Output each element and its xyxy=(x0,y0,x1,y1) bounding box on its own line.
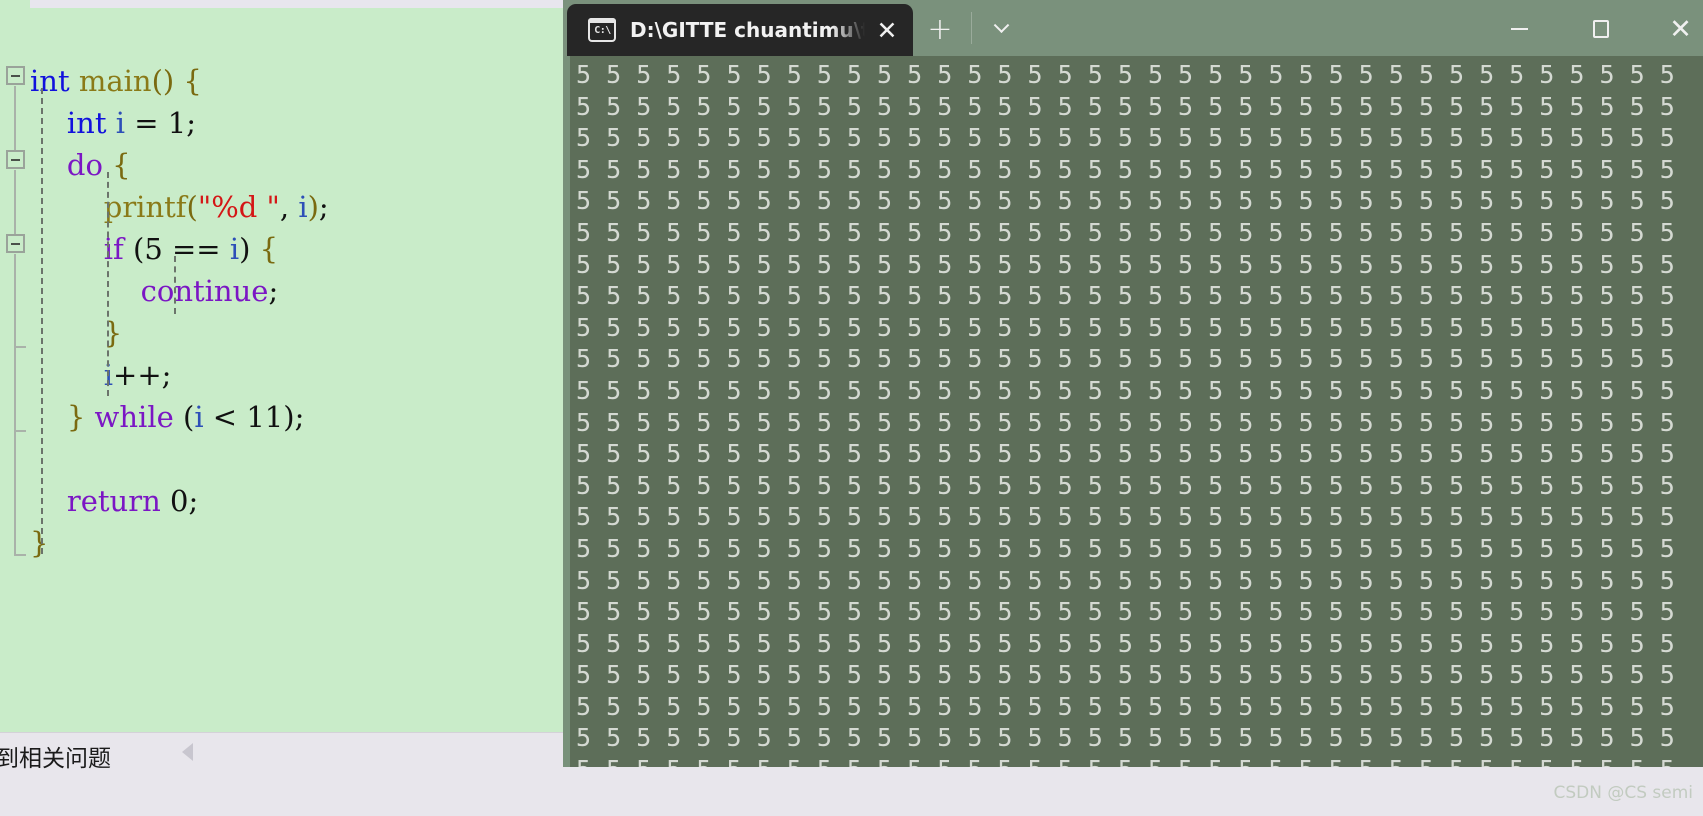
code-token: return xyxy=(66,484,161,518)
code-token: ( xyxy=(186,190,198,224)
code-token: ) xyxy=(307,190,319,224)
cmd-prompt-icon: C:\ xyxy=(588,18,616,42)
code-token: } xyxy=(66,400,86,434)
minimize-button[interactable] xyxy=(1494,4,1544,54)
code-token: ) xyxy=(239,232,260,266)
ide-toolbar-strip xyxy=(30,0,570,8)
code-line: do { xyxy=(30,144,590,186)
new-tab-button[interactable]: + xyxy=(915,4,965,54)
maximize-button[interactable] xyxy=(1576,4,1626,54)
indent-guide xyxy=(174,256,176,314)
code-token: 11 xyxy=(246,400,284,434)
code-line: if (5 == i) { xyxy=(30,228,590,270)
terminal-tab[interactable]: C:\ D:\GITTE chuantimu\test_12_2 ✕ xyxy=(567,4,913,56)
code-token: ; xyxy=(188,484,199,518)
minimize-icon xyxy=(1510,28,1528,30)
code-token: i xyxy=(194,400,204,434)
code-token: i xyxy=(229,232,240,266)
code-token: do xyxy=(66,148,103,182)
code-token: while xyxy=(94,400,174,434)
code-token: printf xyxy=(103,190,187,224)
code-token: ( xyxy=(173,400,195,434)
terminal-tab-title: D:\GITTE chuantimu\test_12_2 xyxy=(630,18,865,42)
chevron-down-icon[interactable] xyxy=(976,4,1026,54)
code-token: == xyxy=(162,232,230,266)
code-token: ++; xyxy=(113,358,172,392)
code-token: ; xyxy=(268,274,279,308)
code-token: 5 xyxy=(144,232,163,266)
terminal-output-area[interactable]: 5 5 5 5 5 5 5 5 5 5 5 5 5 5 5 5 5 5 5 5 … xyxy=(570,56,1703,767)
code-token: () { xyxy=(151,64,202,98)
code-token: } xyxy=(30,526,49,560)
code-line: } xyxy=(30,522,590,564)
code-line: i++; xyxy=(30,354,590,396)
terminal-window[interactable]: C:\ D:\GITTE chuantimu\test_12_2 ✕ + ✕ 5… xyxy=(563,0,1703,767)
scroll-left-arrow-icon[interactable] xyxy=(182,743,193,761)
code-line: int i = 1; xyxy=(30,102,590,144)
code-token: continue xyxy=(140,274,269,308)
csdn-watermark: CSDN @CS semi xyxy=(1553,783,1693,803)
terminal-title-bar[interactable]: C:\ D:\GITTE chuantimu\test_12_2 ✕ + ✕ xyxy=(563,0,1703,56)
code-token: = xyxy=(124,106,168,140)
maximize-icon xyxy=(1593,20,1609,38)
code-token: , xyxy=(279,190,299,224)
code-token: { xyxy=(259,232,279,266)
code-line: printf("%d ", i); xyxy=(30,186,590,228)
code-token: ( xyxy=(123,232,145,266)
chevron-down-glyph xyxy=(993,16,1009,33)
code-token: < xyxy=(203,400,247,434)
close-tab-icon[interactable]: ✕ xyxy=(865,8,909,52)
code-line: return 0; xyxy=(30,480,590,522)
code-token: 0 xyxy=(170,484,189,518)
code-line: } xyxy=(30,312,590,354)
cmd-prompt-icon-text: C:\ xyxy=(594,25,611,36)
close-window-button[interactable]: ✕ xyxy=(1658,4,1703,54)
code-line: continue; xyxy=(30,270,590,312)
code-line: } while (i < 11); xyxy=(30,396,590,438)
code-token: int xyxy=(66,106,107,140)
code-token: ); xyxy=(283,400,305,434)
indent-guide xyxy=(107,172,109,396)
code-token: main xyxy=(78,64,152,98)
toolbar-divider xyxy=(971,12,972,44)
status-bar-text: 到相关问题 xyxy=(0,746,111,772)
code-token: { xyxy=(112,148,131,182)
code-token: i xyxy=(115,106,125,140)
code-token: ; xyxy=(318,190,329,224)
indent-guide xyxy=(41,88,43,554)
code-token: i xyxy=(298,190,308,224)
code-line: int main() { xyxy=(30,60,590,102)
code-token: ; xyxy=(186,106,196,140)
code-token: "%d " xyxy=(197,190,280,224)
code-token: int xyxy=(30,64,70,98)
code-token: 1 xyxy=(167,106,187,140)
